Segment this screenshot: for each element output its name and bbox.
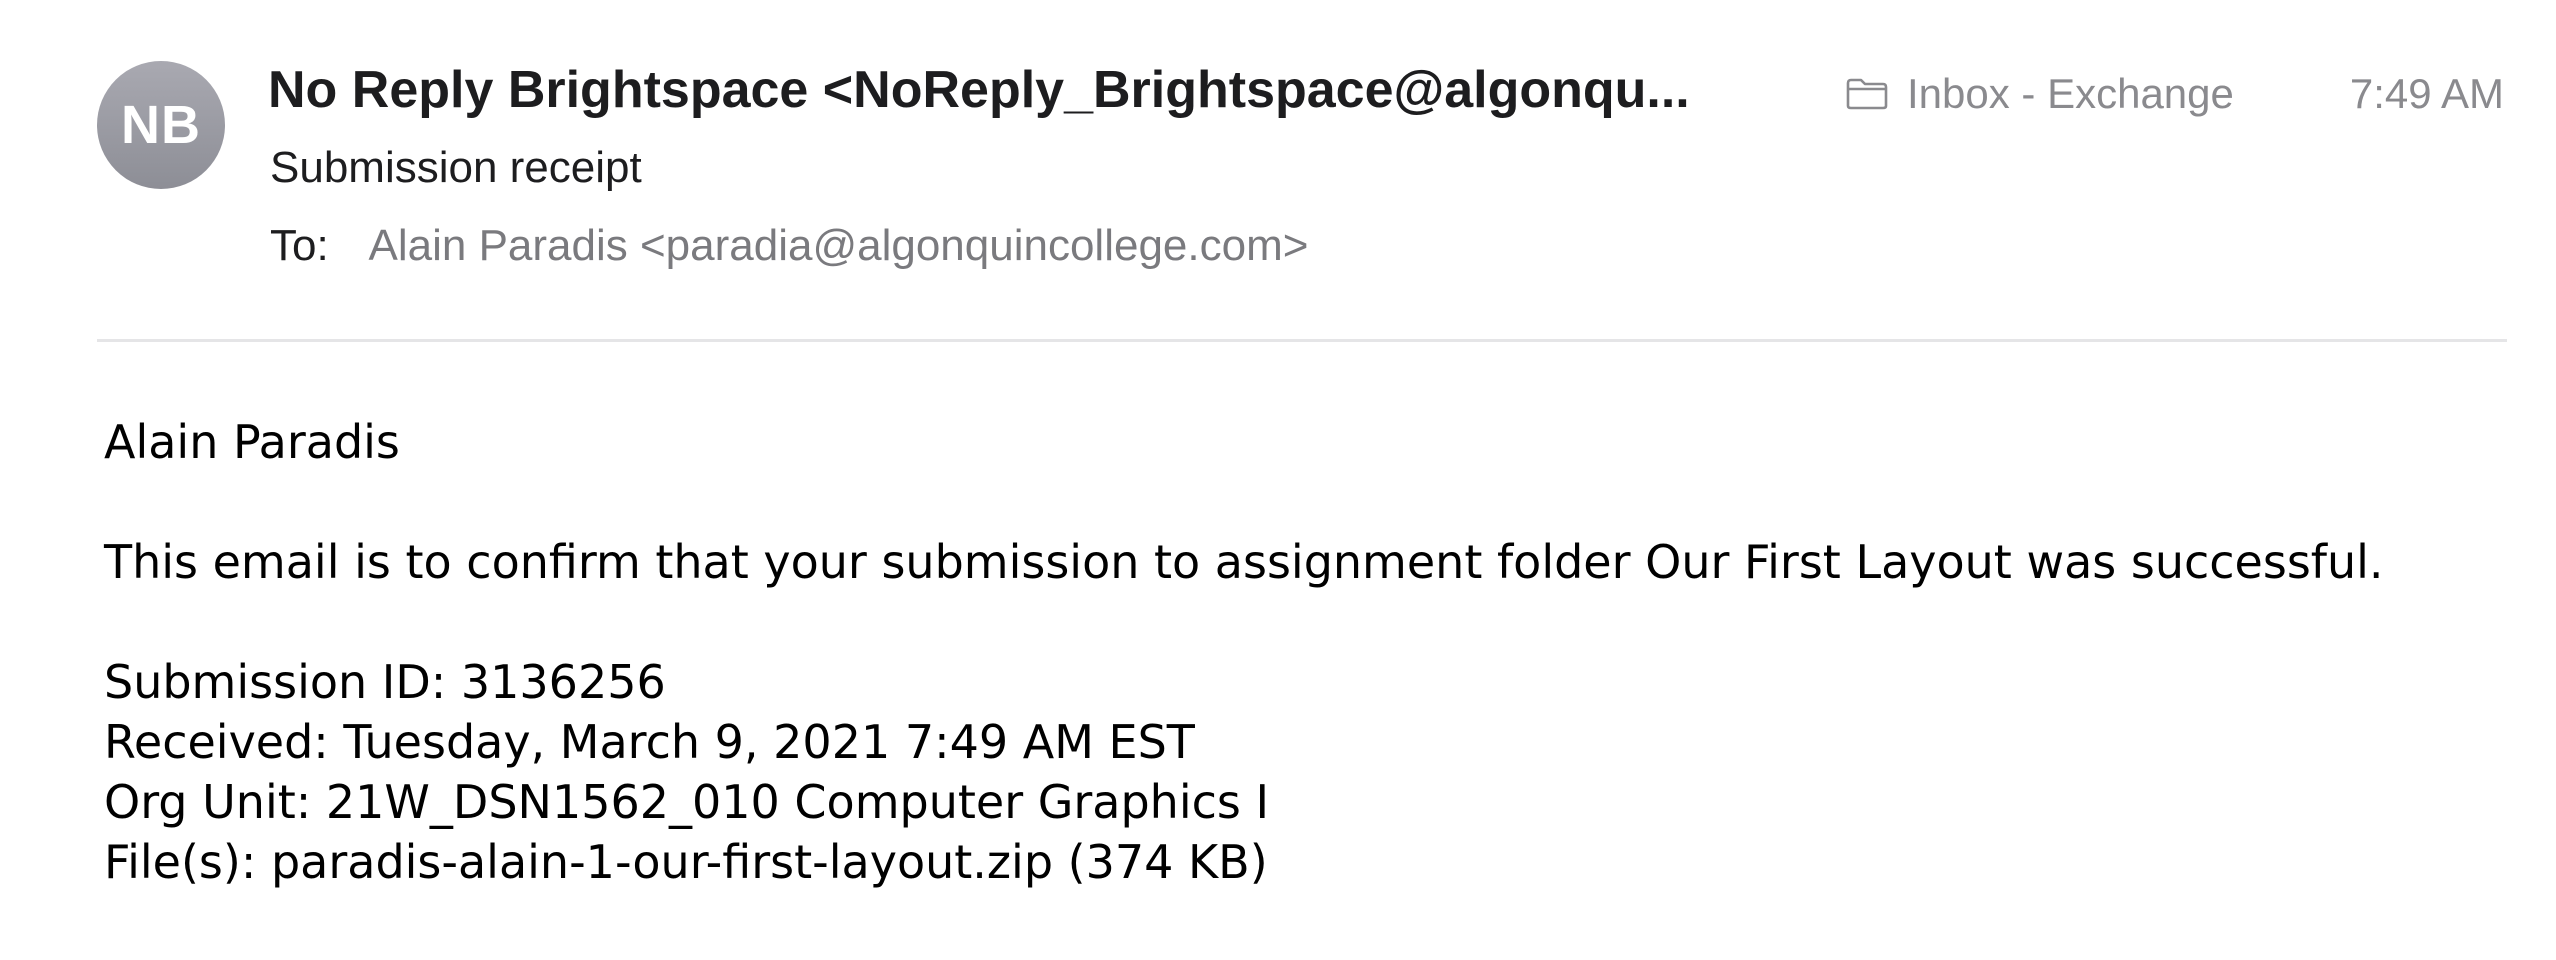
sender-name[interactable]: No Reply Brightspace <NoReply_Brightspac… [268,58,1788,122]
mailbox-location[interactable]: Inbox - Exchange [1845,66,2234,122]
body-received: Received: Tuesday, March 9, 2021 7:49 AM… [104,715,1195,769]
received-time: 7:49 AM [2349,70,2504,117]
message-subject: Submission receipt [270,143,642,192]
folder-icon [1846,78,1888,110]
body-greeting: Alain Paradis [104,415,400,469]
message-header: NB No Reply Brightspace <NoReply_Brights… [0,0,2556,340]
avatar-initials: NB [121,95,201,155]
body-confirmation: This email is to confirm that your submi… [104,535,2384,589]
body-submission-id: Submission ID: 3136256 [104,655,666,709]
body-org-unit: Org Unit: 21W_DSN1562_010 Computer Graph… [104,775,1270,829]
message-body: Alain Paradis This email is to confirm t… [104,412,2524,892]
recipient-row: To: Alain Paradis <paradia@algonquincoll… [270,218,1308,274]
header-divider [97,339,2507,342]
body-files: File(s): paradis-alain-1-our-first-layou… [104,835,1268,889]
mailbox-label: Inbox - Exchange [1907,70,2234,117]
sender-avatar[interactable]: NB [97,61,225,189]
to-label: To: [270,221,329,270]
recipient-address[interactable]: Alain Paradis <paradia@algonquincollege.… [369,221,1309,270]
